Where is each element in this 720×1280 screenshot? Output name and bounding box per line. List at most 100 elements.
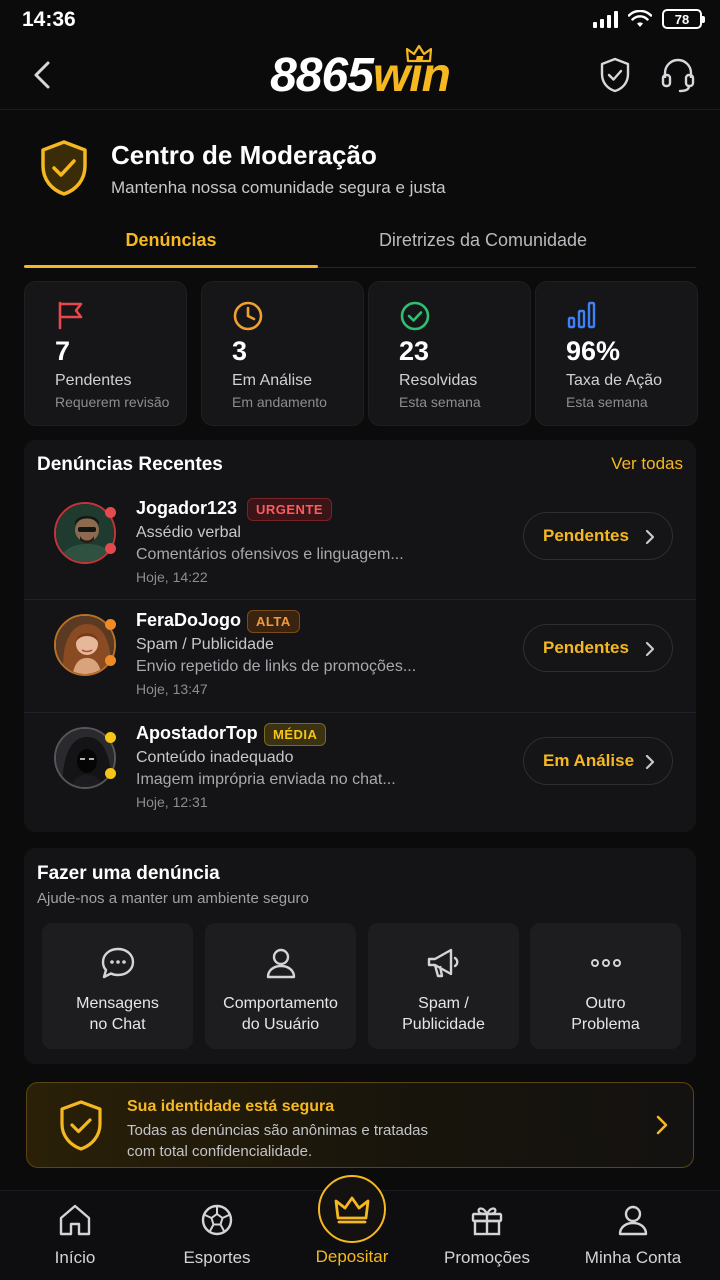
report-username: FeraDoJogo [136,610,242,630]
banner-line2: com total confidencialidade. [127,1143,313,1160]
report-option-spam[interactable]: Spam / Publicidade [368,923,519,1049]
stat-card-resolvidas[interactable]: 23 Resolvidas Esta semana [368,281,531,426]
soccer-ball-icon [201,1204,233,1236]
report-category: Spam / Publicidade [136,636,274,653]
page-subtitle: Mantenha nossa comunidade segura e justa [111,178,446,197]
option-line2: do Usuário [241,1016,320,1033]
report-category: Conteúdo inadequado [136,749,294,766]
more-icon [590,959,621,967]
megaphone-icon [427,948,458,978]
report-option-other[interactable]: Outro Problema [530,923,681,1049]
crown-icon [334,1196,370,1224]
priority-badge: ALTA [247,610,300,633]
priority-badge: MÉDIA [264,723,327,746]
report-option-chat[interactable]: Mensagens no Chat [42,923,193,1049]
identity-safe-banner[interactable]: Sua identidade está segura Todas as denú… [26,1082,694,1168]
report-description: Envio repetido de links de promoções... [136,658,417,675]
priority-dot [105,619,116,630]
banner-line1: Todas as denúncias são anônimas e tratad… [127,1122,429,1139]
option-line2: Publicidade [402,1016,485,1033]
report-row[interactable]: FeraDoJogo ALTA Spam / Publicidade Envio… [24,599,696,712]
bar-chart-icon [567,301,596,329]
stat-value: 7 [55,336,71,366]
chat-bubble-icon [101,947,134,979]
status-dot [105,768,116,779]
option-line2: Problema [571,1016,640,1033]
nav-label: Início [54,1248,96,1267]
stat-sub: Esta semana [399,394,481,410]
wifi-icon [628,10,652,27]
report-status-button[interactable]: Pendentes [523,512,673,560]
report-status-button[interactable]: Pendentes [523,624,673,672]
user-icon [266,948,295,979]
nav-minha-conta[interactable]: Minha Conta [578,1203,688,1268]
user-icon [618,1205,648,1236]
section-title: Fazer uma denúncia [37,863,220,884]
stat-sub: Requerem revisão [55,394,170,410]
nav-label: Promoções [444,1248,530,1267]
stats-row: 7 Pendentes Requerem revisão 3 Em Anális… [24,281,698,426]
status-dot [105,655,116,666]
report-option-user[interactable]: Comportamento do Usuário [205,923,356,1049]
report-username: Jogador123 [136,498,238,518]
status-label: Pendentes [543,526,629,545]
priority-dot [105,507,116,518]
stat-card-taxa-acao[interactable]: 96% Taxa de Ação Esta semana [535,281,698,426]
crown-icon [405,44,433,63]
nav-inicio[interactable]: Início [30,1203,120,1268]
tab-diretrizes[interactable]: Diretrizes da Comunidade [324,230,642,251]
section-title: Denúncias Recentes [37,454,223,475]
option-line1: Outro [585,995,626,1012]
report-description: Comentários ofensivos e linguagem... [136,546,404,563]
active-tab-indicator [24,265,318,268]
page-title: Centro de Moderação [111,140,377,170]
report-row[interactable]: ApostadorTop MÉDIA Conteúdo inadequado I… [24,712,696,825]
report-username: ApostadorTop [136,723,258,743]
tab-denuncias[interactable]: Denúncias [24,230,318,251]
bottom-nav: Início Esportes Depositar Promoções Minh… [0,1175,720,1280]
stat-label: Taxa de Ação [566,372,663,389]
status-bar: 14:36 78 [0,0,720,40]
report-row[interactable]: Jogador123 URGENTE Assédio verbal Coment… [24,488,696,601]
option-line1: Comportamento [223,995,338,1012]
report-time: Hoje, 12:31 [136,794,208,810]
logo-number: 8865 [270,49,374,102]
banner-title: Sua identidade está segura [127,1098,335,1115]
report-category: Assédio verbal [136,524,241,541]
report-description: Imagem imprópria enviada no chat... [136,771,396,788]
see-all-link[interactable]: Ver todas [611,454,683,474]
check-circle-icon [400,301,430,331]
shield-check-icon [41,140,87,196]
gift-icon [471,1207,503,1236]
stat-card-pendentes[interactable]: 7 Pendentes Requerem revisão [24,281,187,426]
app-header: 8865win [0,40,720,110]
nav-depositar-button[interactable] [318,1175,386,1243]
stat-label: Resolvidas [399,372,478,389]
stat-label: Em Análise [232,372,313,389]
nav-depositar-label[interactable]: Depositar [292,1247,412,1267]
battery-level: 78 [674,11,690,27]
stat-label: Pendentes [55,372,132,389]
stat-value: 96% [566,336,621,366]
recent-reports-card: Denúncias Recentes Ver todas Jogador123 … [24,440,696,832]
stat-sub: Em andamento [232,394,327,410]
stat-card-em-analise[interactable]: 3 Em Análise Em andamento [201,281,364,426]
status-time: 14:36 [22,8,76,31]
tab-bar: Denúncias Diretrizes da Comunidade [24,216,696,268]
banner-text: Todas as denúncias são anônimas e tratad… [127,1120,507,1162]
report-time: Hoje, 14:22 [136,569,208,585]
shield-check-icon [60,1100,102,1151]
nav-label: Minha Conta [584,1248,682,1267]
headset-icon[interactable] [660,56,696,94]
option-line2: no Chat [89,1016,146,1033]
priority-dot [105,732,116,743]
shield-check-icon[interactable] [598,56,632,94]
report-status-button[interactable]: Em Análise [523,737,673,785]
make-report-card: Fazer uma denúncia Ajude-nos a manter um… [24,848,696,1064]
report-time: Hoje, 13:47 [136,681,208,697]
nav-promocoes[interactable]: Promoções [437,1203,537,1268]
status-label: Em Análise [543,751,635,770]
stat-value: 3 [232,336,248,366]
nav-esportes[interactable]: Esportes [172,1203,262,1268]
chevron-right-icon [656,1115,668,1135]
